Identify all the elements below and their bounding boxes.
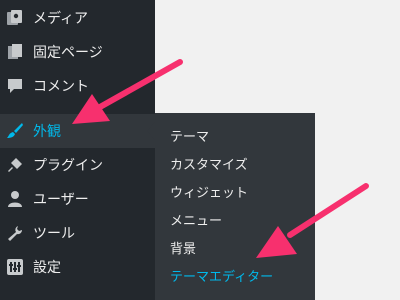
- sidebar-item-appearance[interactable]: 外観: [0, 114, 155, 148]
- sidebar-item-plugins[interactable]: プラグイン: [0, 148, 155, 182]
- sidebar-item-comments[interactable]: コメント: [0, 69, 155, 103]
- comments-icon: [5, 76, 25, 96]
- sidebar-item-label: ツール: [33, 226, 75, 242]
- tools-wrench-icon: [5, 223, 25, 243]
- submenu-item-widgets[interactable]: ウィジェット: [170, 182, 248, 201]
- media-icon: [5, 8, 25, 28]
- sidebar-item-users[interactable]: ユーザー: [0, 182, 155, 216]
- sidebar-item-media[interactable]: メディア: [0, 1, 155, 35]
- sidebar-item-label: 固定ページ: [33, 45, 103, 61]
- appearance-brush-icon: [5, 121, 25, 141]
- sidebar-item-label: 外観: [33, 124, 61, 140]
- sidebar-item-tools[interactable]: ツール: [0, 216, 155, 250]
- submenu-item-theme-editor[interactable]: テーマエディター: [170, 266, 273, 285]
- sidebar-item-label: ユーザー: [33, 192, 89, 208]
- submenu-item-customize[interactable]: カスタマイズ: [170, 154, 248, 173]
- submenu-item-themes[interactable]: テーマ: [170, 126, 209, 145]
- appearance-submenu: テーマ カスタマイズ ウィジェット メニュー 背景 テーマエディター: [155, 113, 315, 300]
- submenu-item-menus[interactable]: メニュー: [170, 210, 222, 229]
- pages-icon: [5, 42, 25, 62]
- sidebar-item-settings[interactable]: 設定: [0, 250, 155, 284]
- users-icon: [5, 189, 25, 209]
- sidebar-item-label: メディア: [33, 11, 89, 27]
- sidebar-item-label: プラグイン: [33, 158, 103, 174]
- sidebar-item-label: 設定: [33, 260, 61, 276]
- submenu-item-background[interactable]: 背景: [170, 238, 196, 257]
- admin-sidebar: メディア 固定ページ コメント 外観 プラグイン ユーザー ツール 設定: [0, 0, 155, 300]
- sidebar-item-label: コメント: [33, 79, 89, 95]
- plugins-icon: [5, 155, 25, 175]
- settings-icon: [5, 257, 25, 277]
- submenu-pointer: [147, 122, 155, 140]
- sidebar-item-pages[interactable]: 固定ページ: [0, 35, 155, 69]
